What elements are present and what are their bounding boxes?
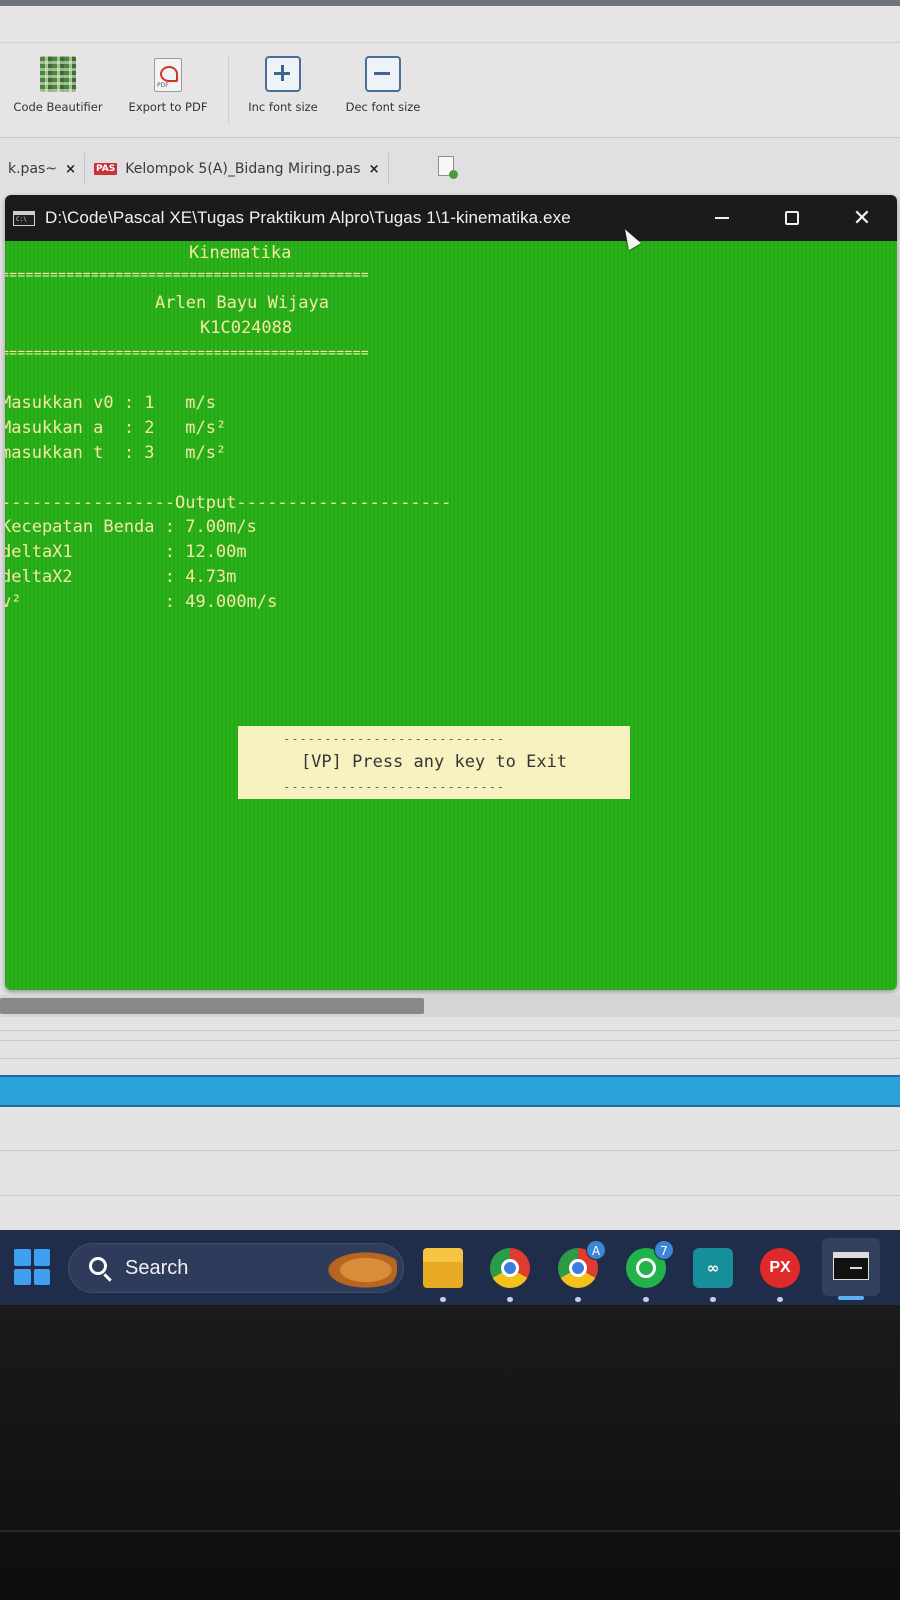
- active-app-indicator: [838, 1296, 864, 1300]
- close-button[interactable]: ✕: [827, 195, 897, 241]
- pas-file-icon: PAS: [94, 163, 118, 175]
- search-label: Search: [125, 1257, 189, 1279]
- maximize-button[interactable]: [757, 195, 827, 241]
- maximize-icon: [785, 211, 799, 225]
- code-beautifier-button[interactable]: Code Beautifier: [8, 56, 108, 114]
- code-beautifier-icon: [40, 56, 76, 92]
- separator-line: ========================================…: [5, 346, 369, 361]
- output-deltax1: deltaX1 : 12.00m: [5, 542, 247, 562]
- export-pdf-button[interactable]: Export to PDF: [118, 56, 218, 114]
- running-indicator: [643, 1297, 649, 1302]
- output-v-squared: v² : 49.000m/s: [5, 592, 278, 612]
- exit-prompt-text: [VP] Press any key to Exit: [300, 752, 568, 772]
- author-name: Arlen Bayu Wijaya: [155, 293, 329, 313]
- minimize-icon: [715, 217, 729, 219]
- output-separator: -----------------Output-----------------…: [5, 493, 452, 513]
- output-deltax2: deltaX2 : 4.73m: [5, 567, 237, 587]
- prompt-border-bottom: ---------------------------: [283, 780, 506, 794]
- running-indicator: [440, 1297, 446, 1302]
- windows-start-icon[interactable]: [14, 1249, 50, 1285]
- console-app-icon: C:\: [13, 210, 35, 226]
- scrollbar-thumb[interactable]: [0, 998, 424, 1014]
- console-window[interactable]: C:\ D:\Code\Pascal XE\Tugas Praktikum Al…: [5, 195, 897, 990]
- inc-font-size-button[interactable]: Inc font size: [238, 56, 328, 114]
- tab-label: k.pas~: [8, 161, 58, 177]
- px-app-icon[interactable]: PX: [760, 1248, 800, 1288]
- ide-status-bar: [0, 1075, 900, 1107]
- divider: [0, 1150, 900, 1151]
- whatsapp-icon[interactable]: 7: [626, 1240, 674, 1288]
- chrome-icon[interactable]: [490, 1248, 530, 1288]
- divider: [0, 1040, 900, 1041]
- divider: [0, 1030, 900, 1031]
- window-title: D:\Code\Pascal XE\Tugas Praktikum Alpro\…: [45, 208, 571, 227]
- dec-font-size-label: Dec font size: [345, 100, 421, 114]
- search-highlight-art: [319, 1248, 397, 1288]
- arduino-icon[interactable]: ∞: [693, 1248, 733, 1288]
- profile-badge: A: [586, 1240, 606, 1260]
- input-a: Masukkan a : 2 m/s²: [5, 418, 227, 438]
- notification-badge: 7: [654, 1240, 674, 1260]
- close-icon: ✕: [852, 205, 872, 231]
- running-indicator: [710, 1297, 716, 1302]
- input-v0: Masukkan v0 : 1 m/s: [5, 393, 216, 413]
- running-indicator: [575, 1297, 581, 1302]
- taskbar-search[interactable]: Search: [68, 1243, 404, 1293]
- close-icon[interactable]: ×: [65, 162, 76, 177]
- tab-kelompok-5a[interactable]: PAS Kelompok 5(A)_Bidang Miring.pas ×: [86, 153, 389, 185]
- console-output-area: Kinematika =============================…: [5, 241, 897, 990]
- code-beautifier-label: Code Beautifier: [13, 100, 103, 114]
- search-icon: [89, 1257, 107, 1275]
- terminal-icon[interactable]: [822, 1238, 880, 1296]
- file-explorer-icon[interactable]: [423, 1248, 463, 1288]
- console-title-bar[interactable]: C:\ D:\Code\Pascal XE\Tugas Praktikum Al…: [5, 195, 897, 241]
- chrome-profile-icon[interactable]: A: [558, 1240, 606, 1288]
- tab-k-pas[interactable]: k.pas~ ×: [0, 153, 85, 185]
- inc-font-size-label: Inc font size: [248, 100, 318, 114]
- running-indicator: [507, 1297, 513, 1302]
- close-icon[interactable]: ×: [369, 162, 380, 177]
- minimize-button[interactable]: [687, 195, 757, 241]
- input-t: masukkan t : 3 m/s²: [5, 443, 227, 463]
- ribbon-separator: [228, 56, 229, 124]
- running-indicator: [777, 1297, 783, 1302]
- export-pdf-label: Export to PDF: [128, 100, 208, 114]
- dec-font-size-button[interactable]: Dec font size: [336, 56, 430, 114]
- divider: [0, 1058, 900, 1059]
- laptop-bezel: [0, 1305, 900, 1600]
- new-file-icon[interactable]: [438, 156, 458, 179]
- student-id: K1C024088: [200, 318, 293, 338]
- output-speed: Kecepatan Benda : 7.00m/s: [5, 517, 257, 537]
- separator-line: ========================================…: [5, 268, 369, 283]
- divider: [0, 1195, 900, 1196]
- tab-label: Kelompok 5(A)_Bidang Miring.pas: [125, 161, 361, 177]
- prompt-border-top: ---------------------------: [283, 732, 506, 746]
- plus-icon: [265, 56, 301, 92]
- pdf-icon: [154, 58, 182, 92]
- minus-icon: [365, 56, 401, 92]
- windows-taskbar: Search A 7 ∞ PX: [0, 1230, 900, 1305]
- exit-prompt-box[interactable]: --------------------------- [VP] Press a…: [238, 726, 630, 799]
- bezel-edge: [0, 1530, 900, 1532]
- ribbon-divider: [0, 42, 900, 43]
